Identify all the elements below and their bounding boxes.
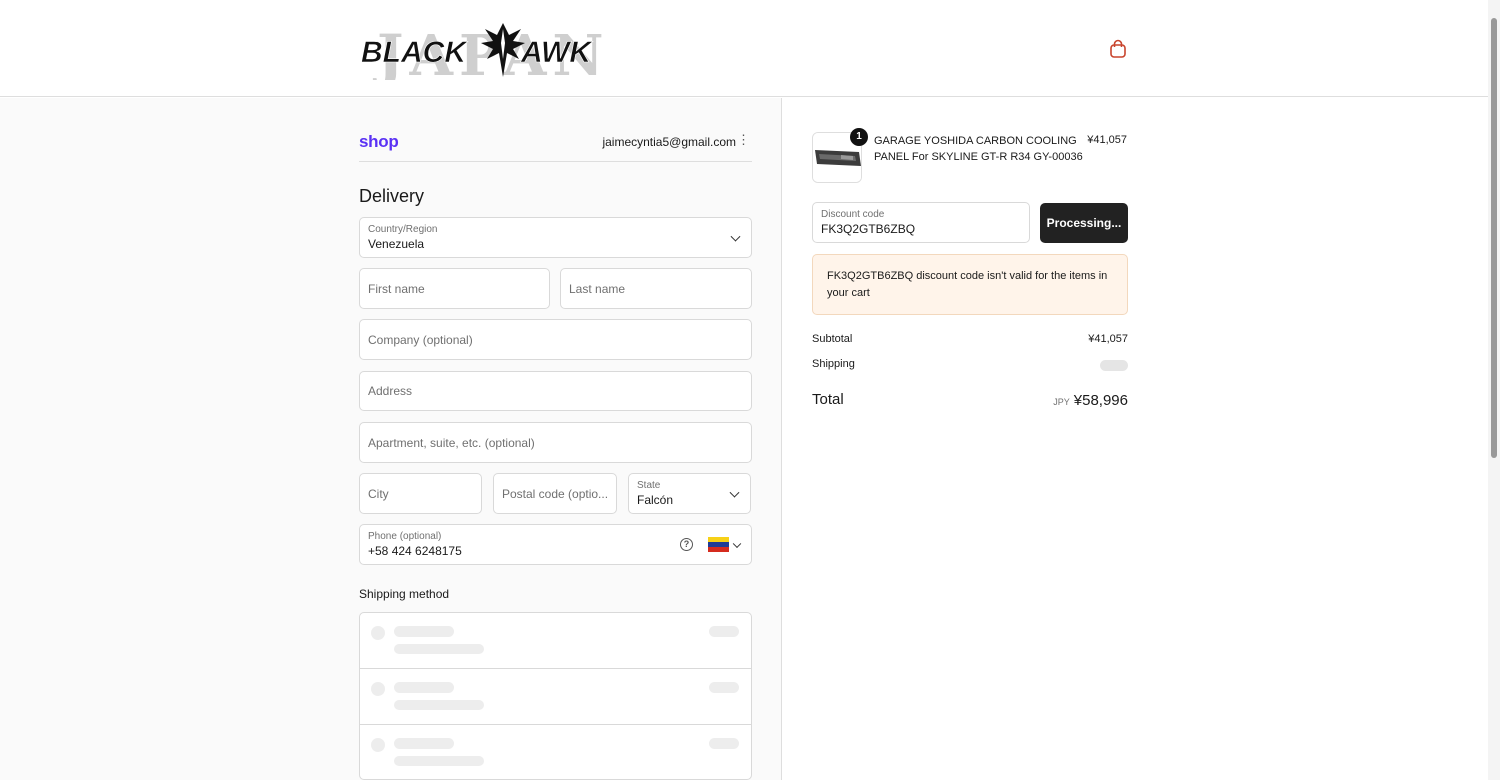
account-email: jaimecyntia5@gmail.com (602, 135, 736, 149)
shipping-row: Shipping (812, 358, 1128, 371)
subtotal-row: Subtotal ¥41,057 (812, 333, 1128, 345)
address-placeholder: Address (368, 384, 413, 398)
phone-field[interactable]: Phone (optional) +58 424 6248175 ? (359, 524, 752, 565)
postal-code-field[interactable]: Postal code (optio... (493, 473, 617, 514)
shop-account-row: shop jaimecyntia5@gmail.com ⋮ (359, 128, 752, 162)
company-placeholder: Company (optional) (368, 332, 473, 347)
order-summary-pane: 1 GARAGE YOSHIDA CARBON COOLING PANEL Fo… (782, 98, 1488, 780)
apartment-placeholder: Apartment, suite, etc. (optional) (368, 435, 535, 450)
total-row: Total JPY ¥58,996 (812, 391, 1128, 411)
country-label: Country/Region (368, 224, 438, 235)
shop-pay-logo: shop (359, 132, 399, 151)
help-circle-icon[interactable]: ? (680, 538, 693, 551)
first-name-field[interactable]: First name (359, 268, 550, 309)
kebab-menu-icon[interactable]: ⋮ (737, 133, 750, 147)
subtotal-value: ¥41,057 (1088, 333, 1128, 345)
discount-code-field[interactable]: Discount code FK3Q2GTB6ZBQ (812, 202, 1030, 243)
shipping-method-heading: Shipping method (359, 587, 450, 601)
shipping-option-skeleton (360, 613, 751, 669)
chevron-down-icon[interactable] (732, 539, 742, 548)
logo-text-2: AWK (520, 36, 593, 69)
country-value: Venezuela (368, 237, 425, 251)
site-header: JAPAN BLACK AWK (0, 0, 1488, 97)
state-label: State (637, 480, 661, 491)
last-name-placeholder: Last name (569, 281, 626, 296)
checkout-form-pane: shop jaimecyntia5@gmail.com ⋮ Delivery C… (0, 98, 782, 780)
shipping-methods-loading (359, 612, 752, 780)
address-field[interactable]: Address (359, 371, 752, 411)
product-title: GARAGE YOSHIDA CARBON COOLING PANEL For … (874, 135, 1083, 163)
city-field[interactable]: City (359, 473, 482, 514)
venezuela-flag-icon[interactable] (708, 537, 729, 552)
logo-text: BLACK (361, 36, 468, 69)
discount-code-label: Discount code (821, 209, 885, 220)
state-select[interactable]: State Falcón (628, 473, 751, 514)
total-value: ¥58,996 (1073, 392, 1128, 409)
shopping-bag-icon[interactable] (1107, 38, 1129, 60)
apply-discount-button[interactable]: Processing... (1040, 203, 1128, 243)
discount-code-value: FK3Q2GTB6ZBQ (821, 222, 916, 236)
shipping-option-skeleton (360, 669, 751, 725)
store-logo[interactable]: JAPAN BLACK AWK (359, 17, 608, 80)
postal-code-placeholder: Postal code (optio... (502, 486, 608, 501)
company-field[interactable]: Company (optional) (359, 319, 752, 360)
shipping-label: Shipping (812, 358, 855, 370)
phone-value: +58 424 6248175 (368, 544, 462, 558)
last-name-field[interactable]: Last name (560, 268, 752, 309)
state-value: Falcón (637, 493, 674, 507)
currency-code: JPY (1053, 397, 1070, 407)
product-price: ¥41,057 (1087, 134, 1127, 146)
chevron-down-icon (729, 487, 740, 498)
city-placeholder: City (368, 486, 389, 501)
shipping-cost-skeleton (1100, 360, 1128, 371)
quantity-badge: 1 (850, 128, 868, 146)
scrollbar-thumb[interactable] (1491, 18, 1497, 458)
black-hawk-logo-graphic: JAPAN BLACK AWK (361, 23, 604, 80)
delivery-heading: Delivery (359, 186, 425, 206)
shipping-option-skeleton (360, 725, 751, 780)
page-scrollbar[interactable] (1488, 0, 1500, 780)
phone-label: Phone (optional) (368, 531, 442, 542)
country-select[interactable]: Country/Region Venezuela (359, 217, 752, 258)
discount-error-alert: FK3Q2GTB6ZBQ discount code isn't valid f… (812, 254, 1128, 315)
first-name-placeholder: First name (368, 281, 425, 296)
apartment-field[interactable]: Apartment, suite, etc. (optional) (359, 422, 752, 463)
total-amount: JPY ¥58,996 (1053, 392, 1128, 409)
subtotal-label: Subtotal (812, 333, 853, 345)
chevron-down-icon (730, 231, 741, 242)
total-label: Total (812, 391, 844, 408)
